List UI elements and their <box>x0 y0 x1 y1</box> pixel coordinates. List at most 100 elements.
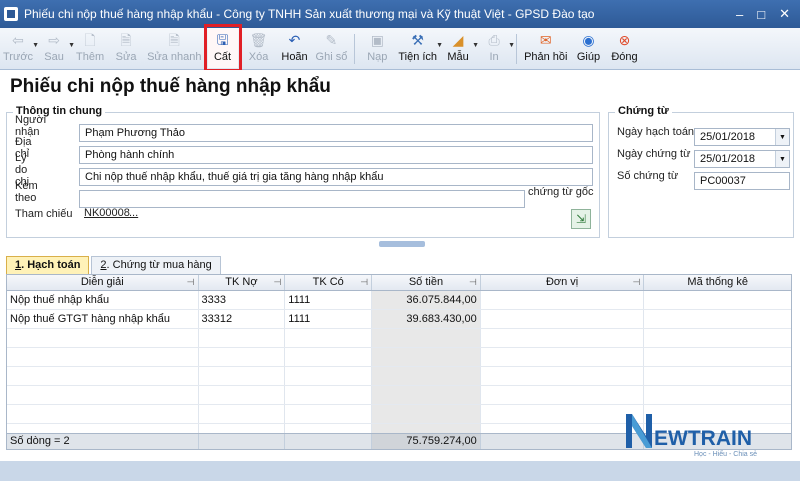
address-field[interactable]: Phòng hành chính <box>79 146 593 164</box>
pin-icon[interactable]: ⊣ <box>469 275 477 290</box>
table-cell[interactable]: 33312 <box>199 310 286 328</box>
pin-icon[interactable]: ⊣ <box>633 275 641 290</box>
table-cell[interactable]: 1111 <box>285 291 373 309</box>
column-header[interactable]: TK Có ⊣ <box>285 275 373 290</box>
attach-file-icon[interactable]: ⇲ <box>571 209 591 229</box>
table-cell[interactable] <box>372 386 481 404</box>
column-header[interactable]: Diễn giải ⊣ <box>7 275 199 290</box>
table-row[interactable]: Nộp thuế GTGT hàng nhập khẩu 33312 1111 39.… <box>7 310 791 329</box>
table-cell[interactable] <box>7 348 199 366</box>
table-cell[interactable] <box>481 386 645 404</box>
table-cell[interactable] <box>372 367 481 385</box>
attach-field[interactable] <box>79 190 525 208</box>
table-row[interactable] <box>7 348 791 367</box>
table-cell[interactable] <box>481 329 645 347</box>
utility-button[interactable]: ⚒ Tiện ích ▼ <box>398 28 443 68</box>
reason-field[interactable]: Chi nộp thuế nhập khẩu, thuế giá trị gia… <box>79 168 593 186</box>
doc-no-field[interactable]: PC00037 <box>694 172 790 190</box>
close-window-button[interactable]: ✕ <box>779 6 790 22</box>
table-cell[interactable]: Nộp thuế GTGT hàng nhập khẩu <box>7 310 199 328</box>
post-date-field[interactable]: 25/01/2018 ▼ <box>694 128 790 146</box>
table-cell[interactable] <box>285 386 373 404</box>
reference-more-link[interactable]: ... <box>129 207 138 219</box>
calendar-dropdown-icon[interactable]: ▼ <box>775 129 789 145</box>
minimize-button[interactable]: – <box>736 7 743 22</box>
table-cell[interactable] <box>481 348 645 366</box>
template-button[interactable]: ◢ Mẫu ▼ <box>443 28 479 68</box>
tab-accounting[interactable]: 1. Hạch toán <box>6 256 90 274</box>
table-cell[interactable] <box>372 348 481 366</box>
table-cell[interactable] <box>372 329 481 347</box>
next-button[interactable]: ⇨ Sau ▼ <box>39 28 75 68</box>
reference-link[interactable]: NK00008 <box>84 207 130 219</box>
logo-tagline: Học - Hiểu - Chia sẻ <box>694 450 757 458</box>
column-header[interactable]: Đơn vị ⊣ <box>481 275 645 290</box>
post-button[interactable]: ✎ Ghi sổ <box>316 28 348 68</box>
delete-button[interactable]: 🗑 Xóa <box>244 28 274 68</box>
prev-button[interactable]: ⇦ Trước ▼ <box>3 28 39 68</box>
dropdown-arrow-icon[interactable]: ▼ <box>472 42 479 49</box>
dropdown-arrow-icon[interactable]: ▼ <box>436 42 443 49</box>
recipient-field[interactable]: Phạm Phương Thảo <box>79 124 593 142</box>
table-cell[interactable] <box>199 367 286 385</box>
table-cell[interactable]: 39.683.430,00 <box>372 310 481 328</box>
table-row[interactable] <box>7 386 791 405</box>
close-button[interactable]: ⊗ Đóng <box>610 28 640 68</box>
dropdown-arrow-icon[interactable]: ▼ <box>508 42 515 49</box>
add-button[interactable]: 🗋 Thêm <box>75 28 105 68</box>
table-cell[interactable]: 3333 <box>199 291 286 309</box>
column-header[interactable]: Mã thống kê <box>644 275 791 290</box>
table-cell[interactable]: 1111 <box>285 310 373 328</box>
table-cell[interactable]: 36.075.844,00 <box>372 291 481 309</box>
doc-date-field[interactable]: 25/01/2018 ▼ <box>694 150 790 168</box>
splitter-handle[interactable] <box>379 241 425 247</box>
feedback-button[interactable]: ✉ Phản hồi <box>524 28 567 68</box>
pin-icon[interactable]: ⊣ <box>360 275 368 290</box>
save-button[interactable]: 🖫 Cất <box>203 24 242 72</box>
table-cell[interactable] <box>372 405 481 423</box>
table-cell[interactable]: Nộp thuế nhập khẩu <box>7 291 199 309</box>
table-cell[interactable] <box>285 367 373 385</box>
help-button[interactable]: ◉ Giúp <box>574 28 604 68</box>
undo-button[interactable]: ↶ Hoãn <box>280 28 310 68</box>
app-icon <box>4 7 18 21</box>
table-cell[interactable] <box>199 405 286 423</box>
table-row[interactable] <box>7 329 791 348</box>
table-cell[interactable] <box>481 310 645 328</box>
table-cell[interactable] <box>199 329 286 347</box>
table-cell[interactable] <box>7 367 199 385</box>
load-button[interactable]: ▣ Nạp <box>362 28 392 68</box>
table-cell[interactable] <box>7 329 199 347</box>
table-cell[interactable] <box>644 291 791 309</box>
table-cell[interactable] <box>644 367 791 385</box>
table-row[interactable] <box>7 367 791 386</box>
table-cell[interactable] <box>481 291 645 309</box>
pin-icon[interactable]: ⊣ <box>273 275 281 290</box>
table-row[interactable]: Nộp thuế nhập khẩu 3333 1111 36.075.844,00 <box>7 291 791 310</box>
table-cell[interactable] <box>7 386 199 404</box>
calendar-dropdown-icon[interactable]: ▼ <box>775 151 789 167</box>
table-cell[interactable] <box>285 329 373 347</box>
table-cell[interactable] <box>481 405 645 423</box>
tab-purchase-docs[interactable]: 2. Chứng từ mua hàng <box>91 256 221 274</box>
table-cell[interactable] <box>644 310 791 328</box>
table-cell[interactable] <box>644 329 791 347</box>
print-button[interactable]: ⎙ In ▼ <box>479 28 515 68</box>
column-header[interactable]: TK Nợ ⊣ <box>199 275 286 290</box>
pencil-icon: ✎ <box>325 32 338 48</box>
table-cell[interactable] <box>285 348 373 366</box>
pin-icon[interactable]: ⊣ <box>187 275 195 290</box>
table-cell[interactable] <box>481 367 645 385</box>
table-cell[interactable] <box>285 405 373 423</box>
table-cell[interactable] <box>199 348 286 366</box>
maximize-button[interactable]: □ <box>757 7 765 22</box>
quick-edit-button[interactable]: 🗎 Sửa nhanh <box>147 28 201 68</box>
column-header[interactable]: Số tiền ⊣ <box>372 275 481 290</box>
dropdown-arrow-icon[interactable]: ▼ <box>32 42 39 49</box>
edit-button[interactable]: 🗎 Sửa <box>111 28 141 68</box>
table-cell[interactable] <box>199 386 286 404</box>
table-cell[interactable] <box>644 348 791 366</box>
table-cell[interactable] <box>644 386 791 404</box>
table-cell[interactable] <box>7 405 199 423</box>
dropdown-arrow-icon[interactable]: ▼ <box>68 42 75 49</box>
